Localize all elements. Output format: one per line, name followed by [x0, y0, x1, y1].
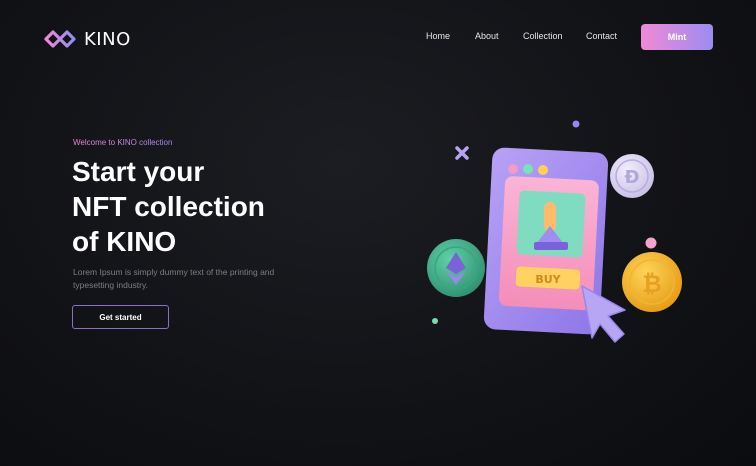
hero-eyebrow: Welcome to KINO collection	[73, 138, 173, 147]
bitcoin-coin-icon: ₿	[622, 252, 682, 312]
nav-home-link[interactable]: Home	[426, 31, 450, 41]
sparkle-x-icon	[455, 146, 469, 160]
nav-contact-link[interactable]: Contact	[586, 31, 617, 41]
landing-page: { "brand": { "name": "KINO" }, "nav": { …	[0, 0, 756, 466]
buy-label: BUY	[535, 273, 561, 286]
decor-dot	[645, 237, 657, 249]
hero-description: Lorem Ipsum is simply dummy text of the …	[73, 267, 275, 290]
brand-logo[interactable]: KINO	[43, 28, 131, 50]
headline-line: of KINO	[72, 226, 177, 257]
svg-text:₿: ₿	[642, 270, 662, 298]
dogecoin-coin-icon: Ð	[610, 154, 654, 198]
mint-button[interactable]: Mint	[641, 24, 713, 50]
headline-line: Start your	[72, 156, 205, 187]
buy-button-icon: BUY	[515, 266, 581, 290]
svg-text:Ð: Ð	[624, 167, 639, 188]
brand-name: KINO	[84, 28, 131, 50]
decor-dot	[572, 120, 580, 128]
ethereum-coin-icon	[427, 239, 485, 297]
headline-line: NFT collection	[72, 191, 265, 222]
hero-headline: Start your NFT collection of KINO	[72, 154, 265, 259]
nav-collection-link[interactable]: Collection	[523, 31, 563, 41]
nav-about-link[interactable]: About	[475, 31, 499, 41]
decor-dot	[432, 318, 438, 324]
hero-illustration: BUY Ð ₿	[427, 120, 682, 343]
get-started-button[interactable]: Get started	[72, 305, 169, 329]
logo-infinity-icon	[44, 30, 76, 48]
